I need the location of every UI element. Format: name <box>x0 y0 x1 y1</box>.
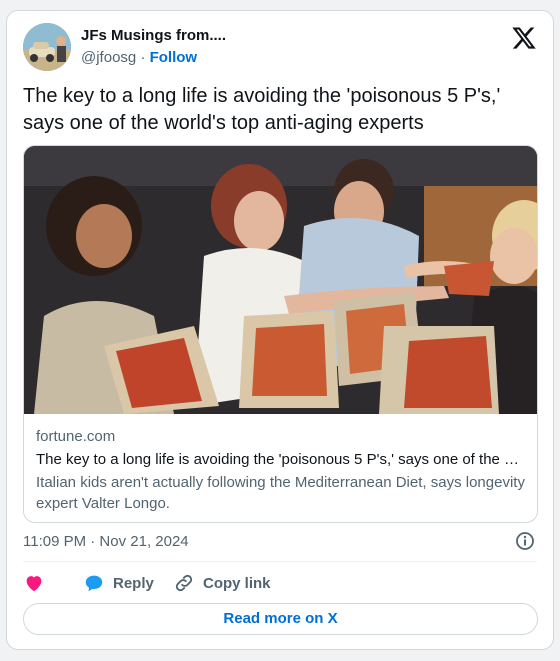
avatar[interactable] <box>23 23 71 71</box>
reply-bubble-icon <box>85 575 103 592</box>
reply-button[interactable]: Reply <box>83 571 154 595</box>
tweet-text: The key to a long life is avoiding the '… <box>23 85 501 134</box>
tweet-timestamp[interactable]: 11:09 PM · Nov 21, 2024 <box>23 533 189 550</box>
tweet-embed-card: JFs Musings from.... @jfoosg · Follow Th… <box>6 10 554 650</box>
divider <box>23 561 537 562</box>
link-preview-info: fortune.com The key to a long life is av… <box>36 428 525 514</box>
link-description: Italian kids aren't actually following t… <box>36 474 525 512</box>
read-more-button[interactable]: Read more on X <box>23 603 538 635</box>
heart-icon <box>26 576 42 592</box>
like-button[interactable] <box>23 571 45 595</box>
copy-link-button[interactable]: Copy link <box>173 571 271 595</box>
x-logo-icon[interactable] <box>511 25 537 51</box>
meta-separator: · <box>140 49 146 66</box>
link-icon <box>175 574 193 592</box>
author-meta: @jfoosg · Follow <box>81 49 197 66</box>
copy-link-label: Copy link <box>203 574 271 592</box>
link-preview-card[interactable]: fortune.com The key to a long life is av… <box>23 145 538 523</box>
link-title[interactable]: The key to a long life is avoiding the '… <box>36 451 525 468</box>
link-domain[interactable]: fortune.com <box>36 428 525 445</box>
author-name[interactable]: JFs Musings from.... <box>81 27 226 44</box>
tweet-header: JFs Musings from.... @jfoosg · Follow <box>23 23 537 73</box>
follow-button[interactable]: Follow <box>150 49 198 66</box>
author-handle[interactable]: @jfoosg <box>81 49 136 66</box>
tweet-actions: Reply Copy link <box>23 571 537 595</box>
link-preview-image[interactable] <box>24 146 537 414</box>
info-icon[interactable] <box>515 531 535 551</box>
reply-label: Reply <box>113 574 154 592</box>
